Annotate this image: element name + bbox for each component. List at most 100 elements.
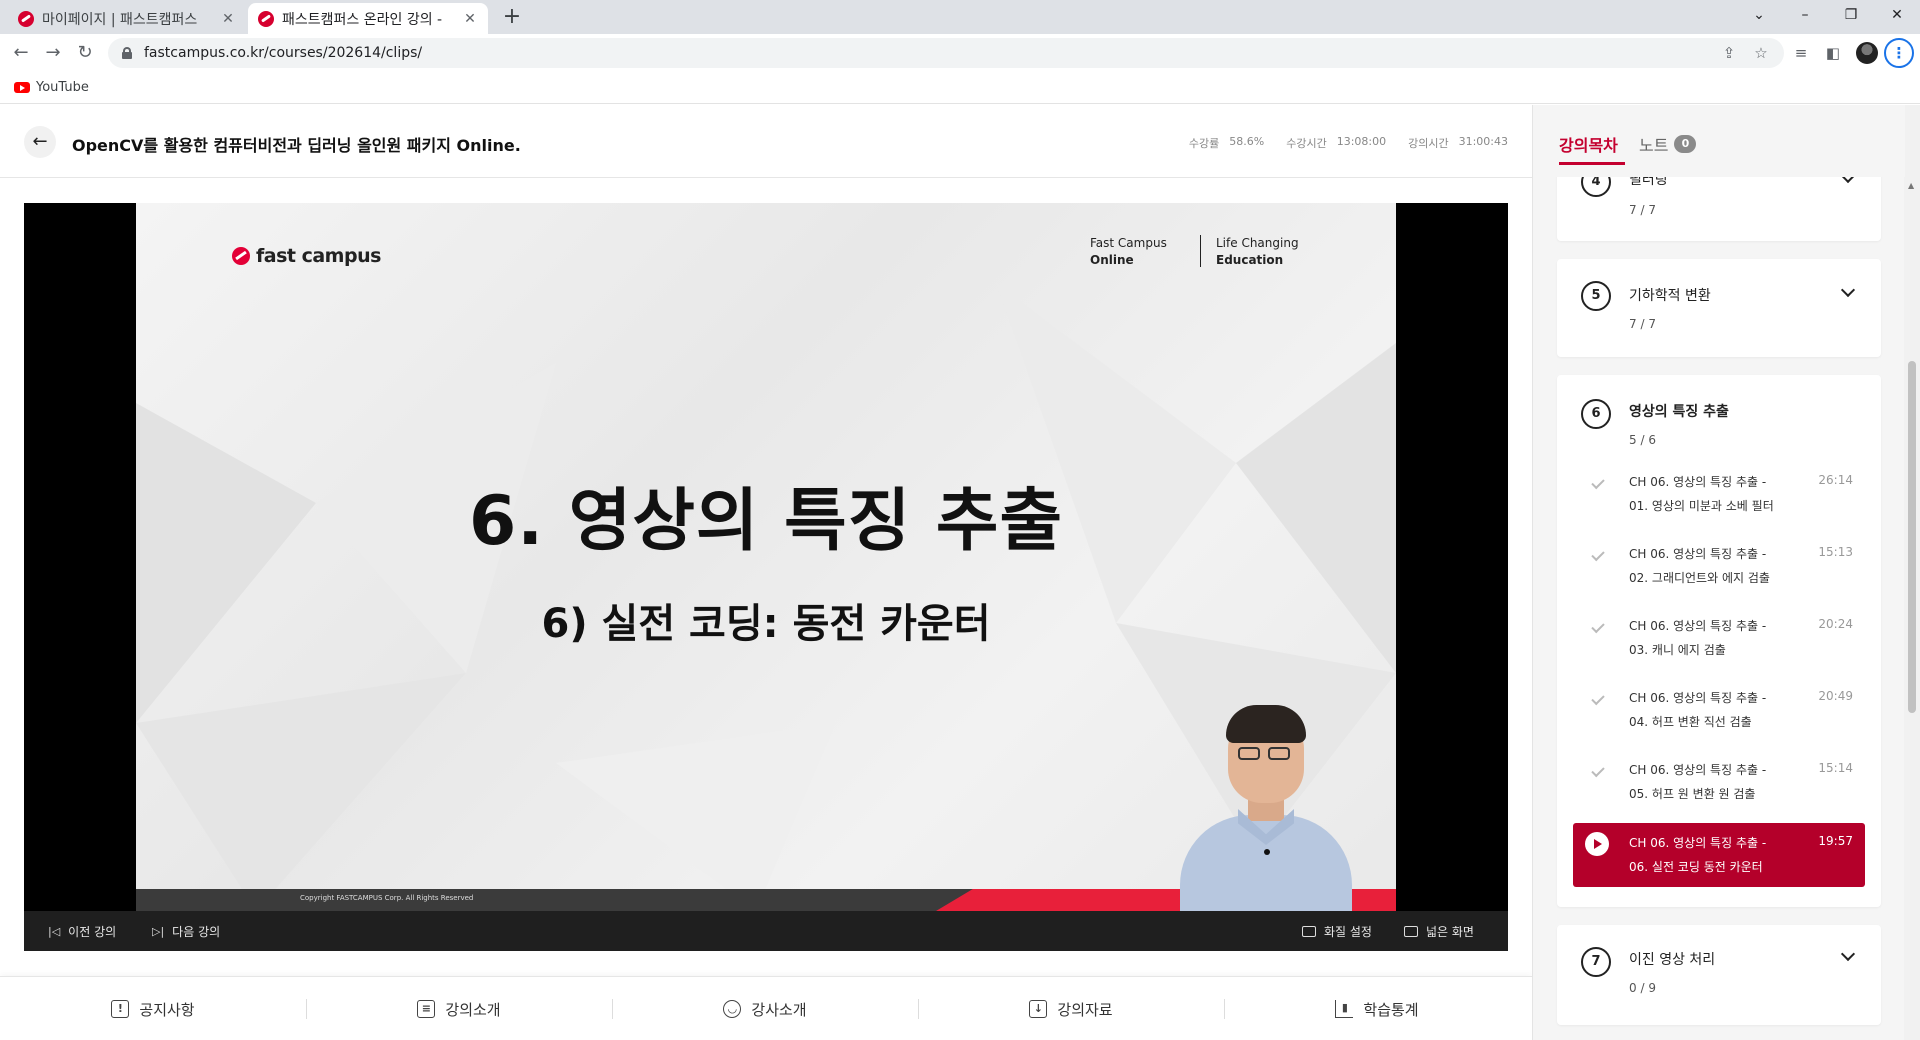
check-icon [1591,691,1605,706]
chapter-title: 기하학적 변환 [1629,288,1711,304]
url-text: fastcampus.co.kr/courses/202614/clips/ [144,45,423,61]
chapter-number: 5 [1581,281,1611,311]
sidebar-scrollbar[interactable]: ▲ [1904,105,1920,1040]
video-control-bar: |◁ 이전 강의 ▷| 다음 강의 화질 설정 넓은 화면 [24,911,1508,951]
lesson-duration: 20:24 [1818,617,1853,631]
check-icon [1591,547,1605,562]
prev-lecture-button[interactable]: |◁ 이전 강의 [48,911,116,951]
lecture-sidebar: 강의목차 노트 0 4 필터링 7 / 7 5 기하학적 변환 7 / 7 6 … [1532,105,1920,1040]
bookmark-star-icon[interactable]: ☆ [1750,42,1772,64]
bottom-tab-bar: ! 공지사항 ≡ 강의소개 ◡ 강사소개 ↓ 강의자료 ▮ 학습통계 [0,976,1532,1040]
minimize-icon[interactable]: – [1782,0,1828,30]
lesson-duration: 15:14 [1818,761,1853,775]
chapter-number: 6 [1581,399,1611,429]
lesson-duration: 15:13 [1818,545,1853,559]
tab-title: 마이페이지 | 패스트캠퍼스 [42,11,198,28]
slide-copyright: Copyright FASTCAMPUS Corp. All Rights Re… [300,894,474,902]
chapter-title: 이진 영상 처리 [1629,952,1716,968]
forward-arrow-icon[interactable]: → [40,40,66,66]
chapter-5[interactable]: 5 기하학적 변환 7 / 7 [1557,259,1881,357]
address-bar[interactable]: fastcampus.co.kr/courses/202614/clips/ [108,38,1784,68]
quality-settings-button[interactable]: 화질 설정 [1302,911,1372,951]
wide-screen-button[interactable]: 넓은 화면 [1404,911,1474,951]
stat-lecture-time: 강의시간 31:00:43 [1408,135,1508,150]
tab-notes[interactable]: 노트 0 [1639,132,1697,156]
chapter-number: 7 [1581,947,1611,977]
fastcampus-favicon-icon [258,10,274,27]
lesson-item[interactable]: CH 06. 영상의 특징 추출 - 01. 영상의 미분과 소베 필터 26:… [1573,469,1865,525]
next-lecture-button[interactable]: ▷| 다음 강의 [152,911,220,951]
bookmark-youtube[interactable]: YouTube [36,80,89,95]
browser-toolbar: ← → ↻ fastcampus.co.kr/courses/202614/cl… [0,34,1920,72]
chevron-down-icon[interactable] [1840,282,1856,298]
scrollbar-thumb[interactable] [1908,361,1916,713]
stat-progress-rate: 수강률 58.6% [1188,135,1265,150]
tab-title: 패스트캠퍼스 온라인 강의 - [282,11,443,28]
slide-title: 6. 영상의 특징 추출 [468,482,1064,561]
lesson-item[interactable]: CH 06. 영상의 특징 추출 - 03. 캐니 에지 검출 20:24 [1573,613,1865,669]
lesson-item[interactable]: CH 06. 영상의 특징 추출 - 05. 허프 원 변환 원 검출 15:1… [1573,757,1865,813]
play-icon [1585,832,1609,856]
chapter-7[interactable]: 7 이진 영상 처리 0 / 9 [1557,925,1881,1025]
chapter-progress: 7 / 7 [1629,203,1656,217]
browser-tab-lecture[interactable]: 패스트캠퍼스 온라인 강의 - ✕ [248,3,488,34]
note-count-badge: 0 [1674,135,1697,153]
fastcampus-logo-icon [232,247,250,265]
share-icon[interactable]: ⇪ [1718,42,1740,64]
media-queue-icon[interactable]: ≡ [1790,42,1812,64]
tab-search-chevron-icon[interactable]: ⌄ [1736,0,1782,30]
lesson-item-current[interactable]: CH 06. 영상의 특징 추출 - 06. 실전 코딩 동전 카운터 19:5… [1573,823,1865,887]
window-close-icon[interactable]: ✕ [1874,0,1920,30]
check-icon [1591,619,1605,634]
tagline-divider [1200,235,1201,267]
tab-instructor[interactable]: ◡ 강사소개 [612,977,918,1040]
course-intro-icon: ≡ [417,1000,436,1018]
video-frame[interactable]: fast campus Fast Campus Online Life Chan… [136,203,1396,911]
chrome-menu-icon[interactable]: ⋮ [1884,38,1914,68]
close-icon[interactable]: ✕ [220,11,236,27]
stats-icon: ▮ [1335,1000,1354,1018]
lesson-item[interactable]: CH 06. 영상의 특징 추출 - 02. 그래디언트와 에지 검출 15:1… [1573,541,1865,597]
stat-watch-time: 수강시간 13:08:00 [1286,135,1387,150]
tab-materials[interactable]: ↓ 강의자료 [918,977,1224,1040]
sidebar-tabs: 강의목차 노트 0 [1533,105,1905,177]
tab-table-of-contents[interactable]: 강의목차 [1559,132,1625,165]
chevron-down-icon[interactable] [1840,946,1856,962]
notice-icon: ! [111,1000,130,1018]
quality-settings-icon [1302,925,1316,937]
lesson-duration: 26:14 [1818,473,1853,487]
youtube-icon [14,82,30,93]
chapter-6[interactable]: 6 영상의 특징 추출 5 / 6 CH 06. 영상의 특징 추출 - 01.… [1557,375,1881,907]
arrow-left-icon: ← [32,131,48,152]
wide-screen-icon [1404,925,1418,937]
check-icon [1591,763,1605,778]
materials-icon: ↓ [1029,1000,1048,1018]
restore-icon[interactable]: ❐ [1828,0,1874,30]
tab-stats[interactable]: ▮ 학습통계 [1224,977,1530,1040]
reload-icon[interactable]: ↻ [72,40,98,66]
chapter-progress: 5 / 6 [1629,433,1656,447]
presenter-figure [1156,703,1376,911]
scroll-up-arrow-icon[interactable]: ▲ [1908,181,1914,190]
back-arrow-icon[interactable]: ← [8,40,34,66]
profile-avatar[interactable] [1856,42,1878,64]
browser-tab-bar: 마이페이지 | 패스트캠퍼스 ✕ 패스트캠퍼스 온라인 강의 - ✕ + ⌄ –… [0,0,1920,34]
slide-tagline-right: Life Changing Education [1216,236,1299,267]
lock-icon[interactable] [122,47,132,59]
slide-subtitle: 6) 실전 코딩: 동전 카운터 [541,601,991,647]
tab-course-intro[interactable]: ≡ 강의소개 [306,977,612,1040]
side-panel-icon[interactable]: ◧ [1822,42,1844,64]
fastcampus-favicon-icon [18,10,34,27]
instructor-icon: ◡ [723,1000,742,1018]
new-tab-plus-icon[interactable]: + [498,3,526,31]
lesson-duration: 20:49 [1818,689,1853,703]
slide-tagline-left: Fast Campus Online [1090,236,1167,267]
lesson-item[interactable]: CH 06. 영상의 특징 추출 - 04. 허프 변환 직선 검출 20:49 [1573,685,1865,741]
course-title: OpenCV를 활용한 컴퓨터비전과 딥러닝 올인원 패키지 Online. [72,136,521,155]
video-player[interactable]: fast campus Fast Campus Online Life Chan… [24,203,1508,951]
tab-notice[interactable]: ! 공지사항 [0,977,306,1040]
skip-next-icon: ▷| [152,924,165,938]
back-button[interactable]: ← [24,126,56,158]
close-icon[interactable]: ✕ [462,11,478,27]
browser-tab-mypage[interactable]: 마이페이지 | 패스트캠퍼스 ✕ [8,3,246,34]
